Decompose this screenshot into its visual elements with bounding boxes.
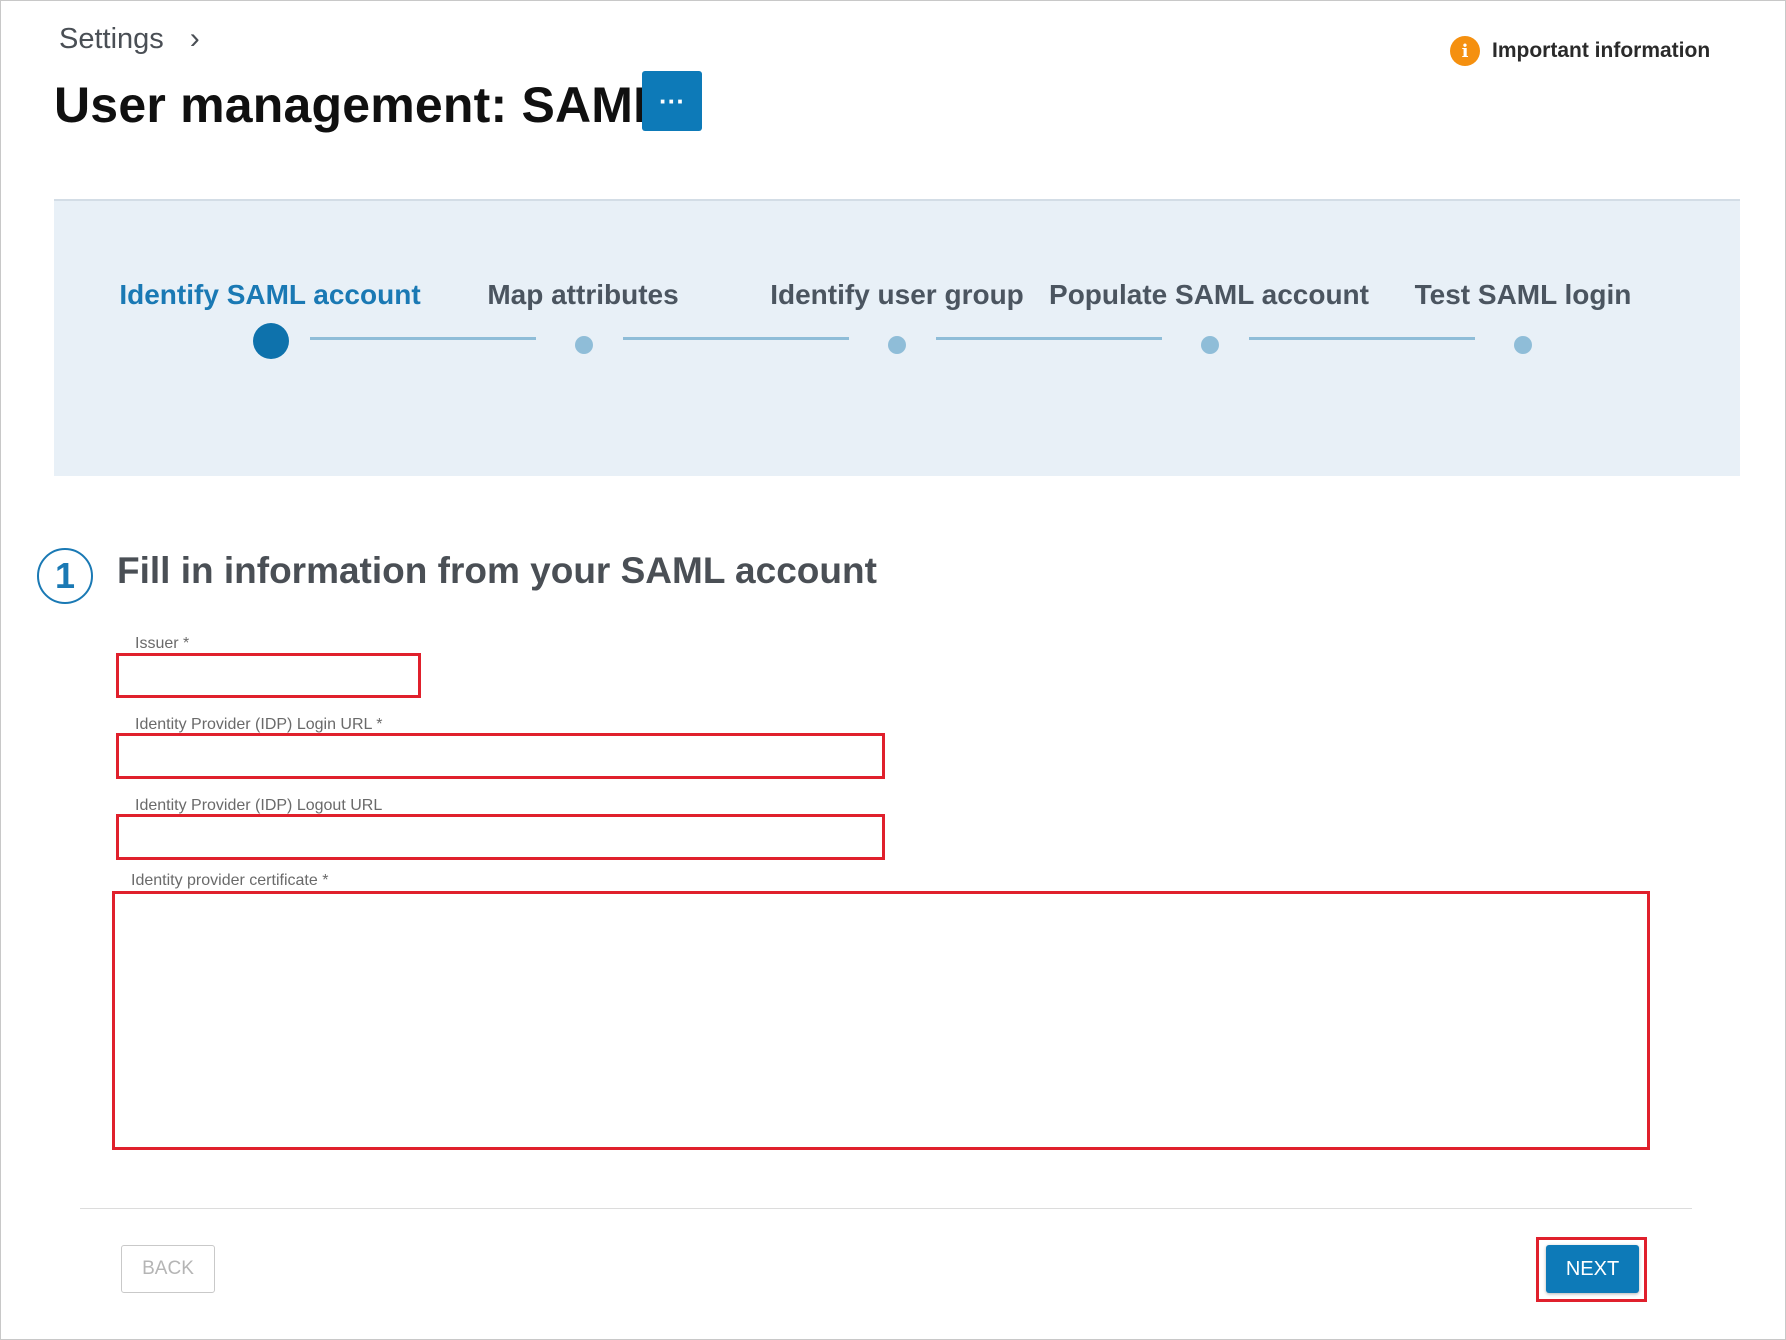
step-populate-saml-account[interactable]: Populate SAML account <box>1049 279 1369 311</box>
important-information-link[interactable]: i Important information <box>1450 36 1710 66</box>
issuer-label: Issuer * <box>133 635 192 653</box>
step-indicator <box>1201 336 1219 354</box>
breadcrumb-settings-link[interactable]: Settings <box>59 23 164 56</box>
idp-certificate-field[interactable] <box>112 891 1650 1150</box>
step-indicator-active <box>253 323 289 359</box>
step-test-saml-login[interactable]: Test SAML login <box>1415 279 1632 311</box>
step-indicator <box>888 336 906 354</box>
step-connector <box>936 337 1162 340</box>
page-title: User management: SAML <box>54 77 664 133</box>
footer-divider <box>80 1208 1692 1209</box>
back-button[interactable]: BACK <box>121 1245 215 1293</box>
important-information-label: Important information <box>1492 39 1711 62</box>
step-connector <box>310 337 536 340</box>
step-identify-user-group[interactable]: Identify user group <box>770 279 1024 311</box>
info-icon: i <box>1450 36 1480 66</box>
step-indicator <box>1514 336 1532 354</box>
wizard-stepper: Identify SAML account Map attributes Ide… <box>54 199 1740 476</box>
step-indicator <box>575 336 593 354</box>
idp-logout-url-label: Identity Provider (IDP) Logout URL <box>133 797 385 815</box>
chevron-right-icon: › <box>189 22 200 55</box>
issuer-field[interactable] <box>116 653 421 698</box>
idp-login-url-input[interactable] <box>119 736 882 776</box>
idp-login-url-field[interactable] <box>116 733 885 779</box>
step-identify-saml-account[interactable]: Identify SAML account <box>119 279 420 311</box>
idp-login-url-label: Identity Provider (IDP) Login URL * <box>133 716 385 734</box>
issuer-input[interactable] <box>119 656 418 695</box>
step-connector <box>1249 337 1475 340</box>
more-options-button[interactable]: ··· <box>642 71 702 131</box>
step-connector <box>623 337 849 340</box>
section-title: Fill in information from your SAML accou… <box>117 550 877 591</box>
next-button[interactable]: NEXT <box>1546 1245 1639 1293</box>
breadcrumb: Settings › <box>59 22 200 56</box>
section-number-badge: 1 <box>37 548 93 604</box>
idp-logout-url-field[interactable] <box>116 814 885 860</box>
idp-logout-url-input[interactable] <box>119 817 882 857</box>
idp-certificate-textarea[interactable] <box>115 894 1647 1147</box>
idp-certificate-label: Identity provider certificate * <box>129 872 331 890</box>
step-map-attributes[interactable]: Map attributes <box>487 279 678 311</box>
